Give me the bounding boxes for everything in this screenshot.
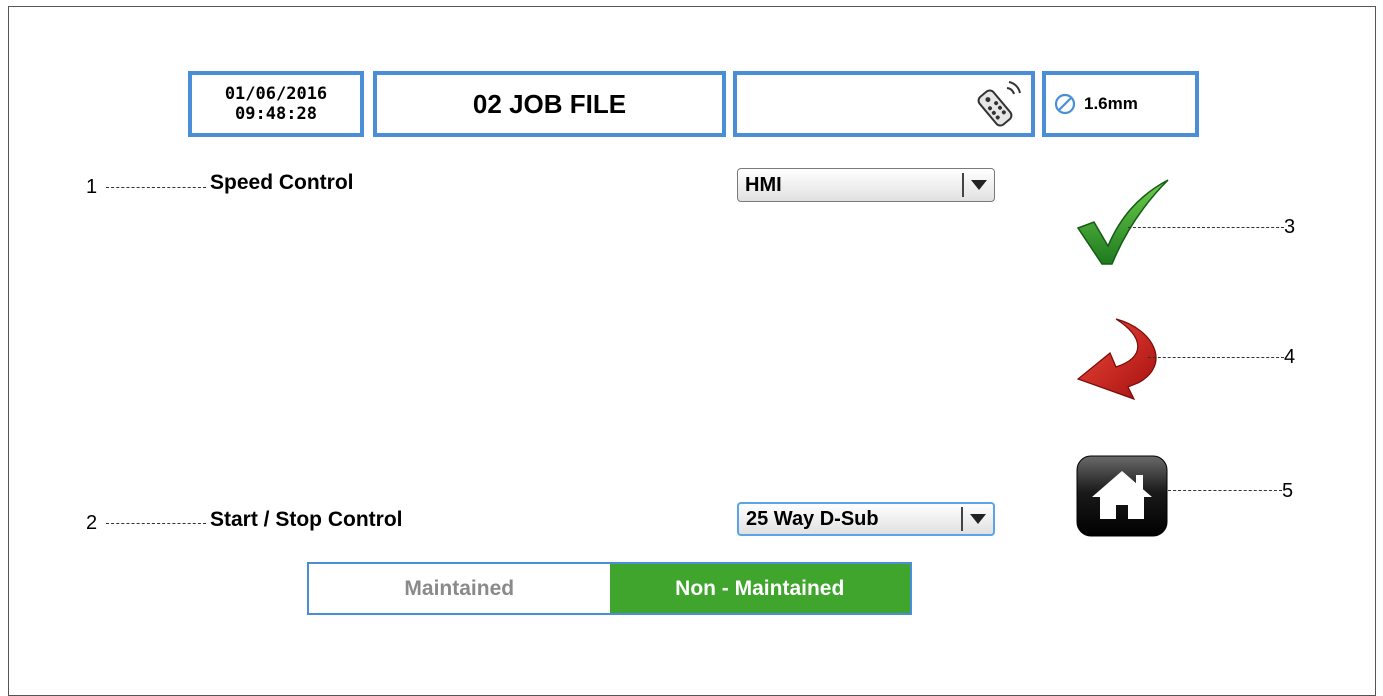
callout-1-line — [106, 187, 206, 188]
callout-5-line — [1168, 490, 1282, 491]
speed-control-select[interactable]: HMI — [737, 168, 995, 202]
datetime-box: 01/06/2016 09:48:28 — [188, 71, 364, 137]
chevron-down-icon — [968, 180, 990, 190]
callout-5: 5 — [1282, 480, 1294, 502]
remote-status-box — [733, 71, 1035, 137]
job-title-box: 02 JOB FILE — [373, 71, 726, 137]
time-text: 09:48:28 — [235, 104, 317, 124]
home-button[interactable] — [1076, 455, 1168, 542]
checkmark-icon — [1076, 179, 1169, 265]
speed-control-label: Speed Control — [210, 171, 354, 194]
diameter-icon — [1054, 93, 1076, 115]
start-stop-control-value: 25 Way D-Sub — [746, 507, 879, 530]
back-arrow-icon — [1076, 318, 1157, 401]
callout-4-line — [1148, 357, 1284, 358]
thickness-box: 1.6mm — [1042, 71, 1199, 137]
callout-4: 4 — [1284, 346, 1296, 368]
job-title: 02 JOB FILE — [472, 88, 627, 119]
callout-3-line — [1128, 227, 1284, 228]
home-icon — [1076, 455, 1168, 537]
speed-control-value: HMI — [745, 173, 782, 196]
callout-1: 1 — [86, 176, 98, 198]
remote-control-icon — [977, 81, 1021, 127]
confirm-button[interactable] — [1076, 178, 1172, 271]
non-maintained-option[interactable]: Non - Maintained — [609, 564, 910, 613]
back-button[interactable] — [1076, 315, 1168, 406]
date-text: 01/06/2016 — [224, 84, 328, 104]
start-stop-control-label: Start / Stop Control — [210, 508, 403, 531]
maintained-option[interactable]: Maintained — [309, 564, 610, 613]
callout-2-line — [106, 523, 206, 524]
select-separator — [961, 507, 963, 531]
select-separator — [962, 173, 964, 197]
callout-3: 3 — [1284, 216, 1296, 238]
maintained-mode-toggle: Maintained Non - Maintained — [307, 562, 912, 615]
callout-2: 2 — [86, 512, 98, 534]
chevron-down-icon — [967, 514, 989, 524]
thickness-value: 1.6mm — [1084, 94, 1138, 113]
start-stop-control-select[interactable]: 25 Way D-Sub — [737, 502, 995, 536]
